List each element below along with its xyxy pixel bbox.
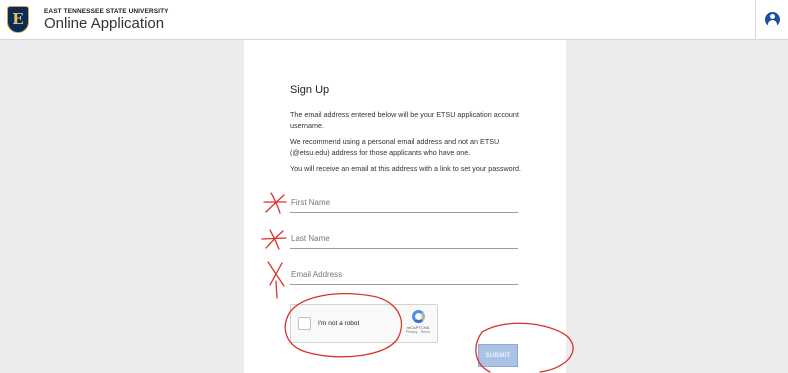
top-bar: E EAST TENNESSEE STATE UNIVERSITY Online… xyxy=(0,0,788,40)
email-recommendation-text: We recommend using a personal email addr… xyxy=(290,137,500,157)
first-name-placeholder: First Name xyxy=(291,198,331,207)
recaptcha-links[interactable]: Privacy - Terms xyxy=(403,330,433,334)
page-title: Sign Up xyxy=(290,84,330,96)
last-name-placeholder: Last Name xyxy=(291,234,330,243)
etsu-logo[interactable]: E xyxy=(7,6,29,33)
recaptcha-icon xyxy=(411,310,425,323)
first-name-field[interactable]: First Name xyxy=(290,195,518,213)
username-info-text: The email address entered below will be … xyxy=(290,110,519,130)
header-divider xyxy=(755,0,756,40)
email-placeholder: Email Address xyxy=(291,270,343,279)
app-title: Online Application xyxy=(44,15,165,32)
last-name-field[interactable]: Last Name xyxy=(290,231,518,249)
email-address-field[interactable]: Email Address xyxy=(290,267,518,285)
recaptcha-badge: reCAPTCHA Privacy - Terms xyxy=(403,310,433,334)
university-name: EAST TENNESSEE STATE UNIVERSITY xyxy=(44,8,169,15)
submit-button[interactable]: SUBMIT xyxy=(478,344,518,367)
user-account-icon[interactable] xyxy=(765,12,780,27)
recaptcha-label: I'm not a robot xyxy=(318,320,360,327)
recaptcha-checkbox[interactable] xyxy=(298,317,311,330)
password-info-text: You will receive an email at this addres… xyxy=(290,164,522,173)
recaptcha-widget: I'm not a robot reCAPTCHA Privacy - Term… xyxy=(290,304,438,343)
